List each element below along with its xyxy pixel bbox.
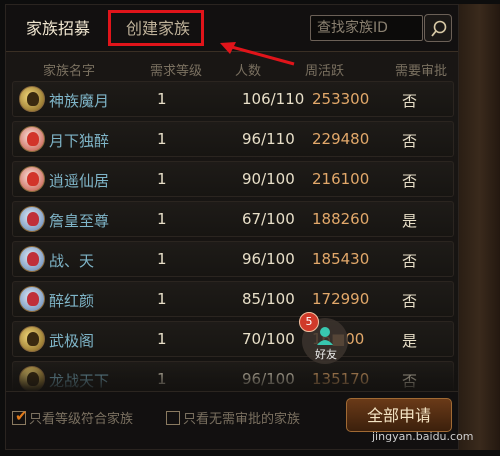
check-icon: ✔ — [15, 407, 28, 425]
apply-all-button[interactable]: 全部申请 — [346, 398, 452, 432]
family-name: 醉红颜 — [49, 292, 95, 310]
emblem-mark — [27, 292, 39, 306]
family-emblem-icon — [19, 206, 45, 232]
checkbox-box — [166, 411, 180, 425]
family-row[interactable]: 詹皇至尊 1 67/100 188260 是 — [12, 201, 454, 237]
family-row[interactable]: 战、天 1 96/100 185430 否 — [12, 241, 454, 277]
emblem-mark — [27, 92, 39, 106]
tab-create-family[interactable]: 创建家族 — [108, 10, 206, 46]
member-count: 85/100 — [242, 290, 295, 308]
col-needs-approval: 需要审批 — [395, 64, 448, 79]
col-weekly-activity: 周活跃 — [305, 64, 345, 79]
emblem-mark — [27, 212, 39, 226]
member-count: 67/100 — [242, 210, 295, 228]
family-emblem-icon — [19, 166, 45, 192]
required-level: 1 — [157, 330, 167, 348]
family-name: 武极阁 — [49, 332, 95, 350]
col-required-level: 需求等级 — [150, 64, 203, 79]
friend-float-button[interactable]: 5 好友 — [299, 312, 348, 364]
tab-family-recruit[interactable]: 家族招募 — [12, 13, 104, 45]
family-emblem-icon — [19, 246, 45, 272]
list-fade — [6, 361, 458, 391]
approval-required: 否 — [402, 132, 418, 150]
approval-required: 是 — [402, 212, 418, 230]
emblem-mark — [27, 332, 39, 346]
search-button[interactable] — [424, 14, 452, 42]
family-row[interactable]: 月下独醉 1 96/110 229480 否 — [12, 121, 454, 157]
friend-label: 好友 — [315, 348, 337, 361]
approval-required: 否 — [402, 252, 418, 270]
background-scene — [459, 4, 500, 450]
approval-required: 否 — [402, 292, 418, 310]
filter-no-approval-label: 只看无需审批的家族 — [183, 412, 301, 427]
checkbox-box: ✔ — [12, 407, 28, 425]
family-emblem-icon — [19, 86, 45, 112]
required-level: 1 — [157, 130, 167, 148]
annotation-highlight-box — [108, 10, 204, 46]
family-name: 逍遥仙居 — [49, 172, 110, 190]
filter-level-match-checkbox[interactable]: ✔ 只看等级符合家族 — [12, 407, 134, 427]
required-level: 1 — [157, 90, 167, 108]
weekly-activity: 253300 — [312, 90, 370, 108]
family-row[interactable]: 逍遥仙居 1 90/100 216100 否 — [12, 161, 454, 197]
member-count: 96/100 — [242, 250, 295, 268]
family-emblem-icon — [19, 126, 45, 152]
emblem-mark — [27, 172, 39, 186]
approval-required: 否 — [402, 172, 418, 190]
search-icon — [431, 20, 447, 37]
family-row[interactable]: 醉红颜 1 85/100 172990 否 — [12, 281, 454, 317]
weekly-activity: 188260 — [312, 210, 370, 228]
weekly-activity: 172990 — [312, 290, 370, 308]
family-name: 神族魔月 — [49, 92, 110, 110]
weekly-activity: 229480 — [312, 130, 370, 148]
person-icon — [317, 327, 333, 345]
member-count: 106/110 — [242, 90, 305, 108]
weekly-activity: 185430 — [312, 250, 370, 268]
weekly-activity: 216100 — [312, 170, 370, 188]
family-name: 战、天 — [49, 252, 95, 270]
required-level: 1 — [157, 250, 167, 268]
emblem-mark — [27, 132, 39, 146]
member-count: 90/100 — [242, 170, 295, 188]
required-level: 1 — [157, 290, 167, 308]
family-emblem-icon — [19, 286, 45, 312]
family-id-search-input[interactable]: 查找家族ID — [310, 15, 423, 41]
family-recruit-panel: 家族招募 创建家族 查找家族ID 家族名字 需求等级 人数 周活跃 需要审批 神… — [5, 4, 459, 450]
member-count: 70/100 — [242, 330, 295, 348]
approval-required: 是 — [402, 332, 418, 350]
family-row[interactable]: 神族魔月 1 106/110 253300 否 — [12, 81, 454, 117]
approval-required: 否 — [402, 92, 418, 110]
member-count: 96/110 — [242, 130, 295, 148]
family-emblem-icon — [19, 326, 45, 352]
col-family-name: 家族名字 — [43, 64, 96, 79]
watermark-text: jingyan.baidu.com — [372, 430, 474, 443]
family-name: 月下独醉 — [49, 132, 110, 150]
red-arrow-icon — [220, 42, 295, 66]
family-name: 詹皇至尊 — [49, 212, 110, 230]
filter-level-match-label: 只看等级符合家族 — [29, 412, 134, 427]
emblem-mark — [27, 252, 39, 266]
filter-no-approval-checkbox[interactable]: 只看无需审批的家族 — [166, 408, 300, 427]
required-level: 1 — [157, 170, 167, 188]
required-level: 1 — [157, 210, 167, 228]
family-row[interactable]: 武极阁170/10016■00是 — [12, 321, 454, 357]
